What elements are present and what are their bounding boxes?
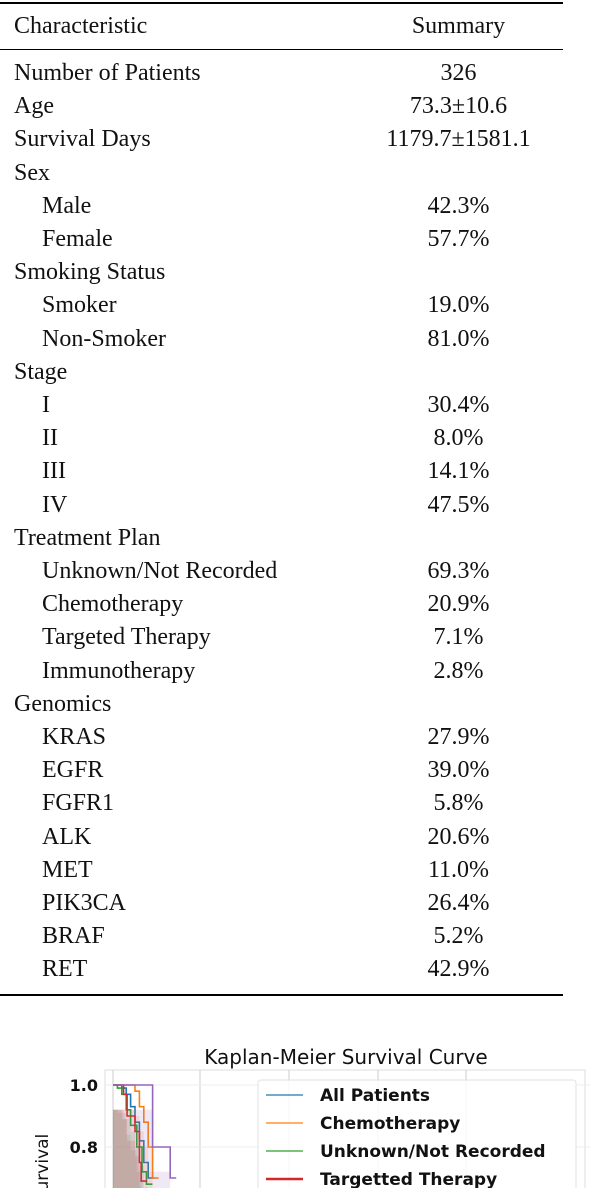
table-row: Age 73.3±10.6 xyxy=(0,90,563,123)
table-row: Treatment Plan xyxy=(0,522,563,555)
row-label: Survival Days xyxy=(14,126,151,153)
row-value: 57.7% xyxy=(427,226,490,252)
row-label: Unknown/Not Recorded xyxy=(42,558,278,584)
table-row: BRAF 5.2% xyxy=(0,920,563,953)
row-label: Female xyxy=(42,226,113,252)
row-label: Non-Smoker xyxy=(42,325,166,352)
confidence-band xyxy=(113,1085,171,1188)
row-label: RET xyxy=(42,956,88,983)
row-label: II xyxy=(42,425,58,452)
row-value: 27.9% xyxy=(427,724,490,750)
row-label: KRAS xyxy=(42,724,107,750)
row-value: 5.2% xyxy=(433,923,484,950)
row-label: BRAF xyxy=(42,923,105,950)
header-summary: Summary xyxy=(411,13,506,39)
row-value: 11.0% xyxy=(427,856,490,883)
bottom-rule xyxy=(0,994,563,996)
row-label: III xyxy=(42,458,66,485)
table-row: Targeted Therapy 7.1% xyxy=(0,621,563,654)
chart-title: Kaplan-Meier Survival Curve xyxy=(204,1045,487,1069)
legend-label: Chemotherapy xyxy=(320,1114,460,1134)
row-label: Sex xyxy=(14,159,50,186)
row-label: Immunotherapy xyxy=(42,657,196,684)
row-value: 14.1% xyxy=(427,458,490,485)
table-row: Sex xyxy=(0,157,563,190)
table-row: II 8.0% xyxy=(0,422,563,455)
row-value: 42.3% xyxy=(427,192,490,219)
top-rule xyxy=(0,2,563,4)
row-label: Smoking Status xyxy=(14,259,166,286)
table-row: EGFR 39.0% xyxy=(0,754,563,787)
row-label: Treatment Plan xyxy=(14,524,161,551)
kaplan-meier-chart: Kaplan-Meier Survival Curve 1.0 0.8 Surviv… xyxy=(33,1045,590,1188)
row-value: 1179.7±1581.1 xyxy=(386,126,531,153)
table-row: Number of Patients 326 xyxy=(0,57,563,90)
y-tick-label: 0.8 xyxy=(70,1138,98,1157)
row-value: 19.0% xyxy=(427,292,490,319)
table-row: Unknown/Not Recorded 69.3% xyxy=(0,555,563,588)
legend-label: Targetted Therapy xyxy=(320,1170,497,1188)
table-row: Survival Days 1179.7±1581.1 xyxy=(0,123,563,156)
row-label: Genomics xyxy=(14,690,112,717)
row-label: MET xyxy=(42,856,93,883)
row-value: 326 xyxy=(440,60,477,86)
table-row: Chemotherapy 20.9% xyxy=(0,588,563,621)
row-label: Number of Patients xyxy=(14,60,201,86)
header-characteristic: Characteristic xyxy=(14,13,148,39)
row-value: 7.1% xyxy=(433,624,484,651)
row-value: 20.6% xyxy=(427,823,490,850)
row-label: I xyxy=(42,392,50,418)
table-row: Female 57.7% xyxy=(0,223,563,256)
row-label: Male xyxy=(42,192,92,219)
table-row: Immunotherapy 2.8% xyxy=(0,655,563,688)
table-row: FGFR1 5.8% xyxy=(0,787,563,820)
row-label: Age xyxy=(14,93,54,120)
table-row: IV 47.5% xyxy=(0,489,563,522)
legend-label: All Patients xyxy=(320,1086,430,1106)
table-row: ALK 20.6% xyxy=(0,821,563,854)
table-row: RET 42.9% xyxy=(0,953,563,986)
row-value: 20.9% xyxy=(427,591,490,618)
row-value: 81.0% xyxy=(427,325,490,352)
row-label: Stage xyxy=(14,358,68,385)
table-row: MET 11.0% xyxy=(0,854,563,887)
table-header: Characteristic Summary xyxy=(0,10,563,43)
row-value: 5.8% xyxy=(433,790,484,817)
table-row: Male 42.3% xyxy=(0,190,563,223)
row-label: Smoker xyxy=(42,292,117,319)
table-row: Smoker 19.0% xyxy=(0,289,563,322)
row-value: 26.4% xyxy=(427,890,490,916)
header-rule xyxy=(0,49,563,50)
row-value: 47.5% xyxy=(427,491,490,518)
row-label: Targeted Therapy xyxy=(42,624,211,651)
table-row: Stage xyxy=(0,356,563,389)
table-row: Non-Smoker 81.0% xyxy=(0,323,563,356)
table-row: KRAS 27.9% xyxy=(0,721,563,754)
y-tick-label: 1.0 xyxy=(70,1076,98,1095)
row-value: 69.3% xyxy=(427,558,490,584)
table-row: Genomics xyxy=(0,688,563,721)
table-row: III 14.1% xyxy=(0,455,563,488)
row-value: 73.3±10.6 xyxy=(409,93,508,120)
row-value: 42.9% xyxy=(427,956,490,983)
table-row: PIK3CA 26.4% xyxy=(0,887,563,920)
row-label: Chemotherapy xyxy=(42,591,184,618)
y-axis-label: Survival xyxy=(33,1134,53,1188)
row-label: EGFR xyxy=(42,757,104,784)
table-row: Smoking Status xyxy=(0,256,563,289)
table-row: I 30.4% xyxy=(0,389,563,422)
row-value: 2.8% xyxy=(433,657,484,684)
row-label: IV xyxy=(42,491,68,518)
legend-label: Unknown/Not Recorded xyxy=(320,1142,546,1162)
row-label: PIK3CA xyxy=(42,890,127,916)
row-value: 39.0% xyxy=(427,757,490,784)
row-label: ALK xyxy=(42,823,92,850)
row-value: 8.0% xyxy=(433,425,484,452)
row-label: FGFR1 xyxy=(42,790,115,817)
row-value: 30.4% xyxy=(427,392,490,418)
